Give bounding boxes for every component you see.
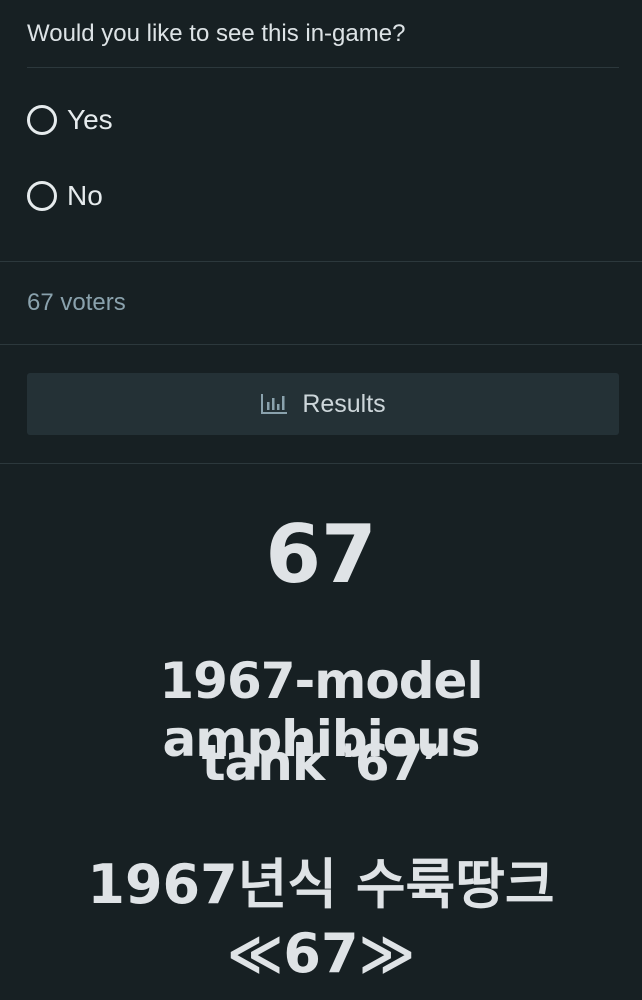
- radio-icon[interactable]: [27, 105, 57, 135]
- poll-option-yes[interactable]: Yes: [27, 104, 113, 136]
- poll-option-no[interactable]: No: [27, 180, 103, 212]
- results-label: Results: [302, 389, 386, 418]
- image-title-korean-line2: ≪67≫: [226, 922, 416, 985]
- divider: [0, 261, 642, 262]
- divider: [0, 344, 642, 345]
- voter-count: 67 voters: [27, 289, 126, 316]
- bar-chart-icon: [261, 394, 288, 414]
- image-title-korean-line1: 1967년식 수륙땅크: [87, 853, 555, 916]
- results-button[interactable]: Results: [27, 373, 619, 435]
- poll-option-label: Yes: [67, 104, 113, 135]
- image-title-number: 67: [265, 508, 377, 601]
- poll-question: Would you like to see this in-game?: [27, 20, 406, 47]
- divider: [0, 463, 642, 464]
- divider: [27, 67, 619, 68]
- poll-option-label: No: [67, 180, 103, 211]
- radio-icon[interactable]: [27, 181, 57, 211]
- image-title-english-line2: tank '67’: [201, 734, 442, 792]
